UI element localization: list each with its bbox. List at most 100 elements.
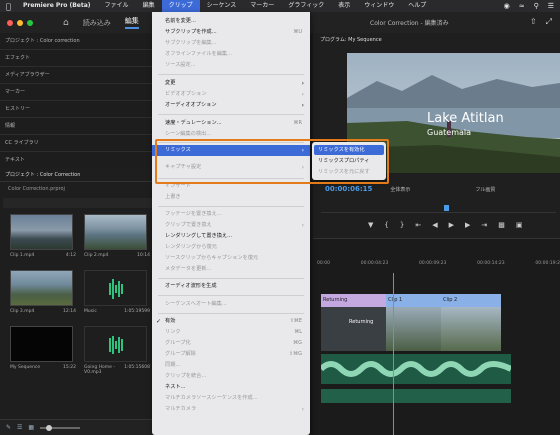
menu-item-replace-with-clip: クリップで置き換え › bbox=[165, 222, 304, 229]
menu-item-render-replace[interactable]: レンダリングして置き換え... bbox=[152, 231, 310, 242]
zoom-slider[interactable] bbox=[40, 424, 81, 431]
panel-libraries-tab[interactable]: CC ライブラリ bbox=[0, 135, 157, 152]
thumb-clip-1[interactable] bbox=[10, 214, 73, 250]
list-item: Clip 1.mp4 4:12 bbox=[10, 253, 76, 258]
timeline-playhead[interactable] bbox=[393, 273, 394, 435]
thumb-clip-3[interactable] bbox=[10, 270, 73, 306]
play-icon[interactable]: ▶ bbox=[449, 221, 454, 229]
panel-text-tab[interactable]: テキスト bbox=[0, 152, 157, 169]
program-monitor-title[interactable]: プログラム: My Sequence bbox=[313, 33, 560, 47]
tab-import[interactable]: 読み込み bbox=[83, 18, 111, 28]
tick-label: 00:00 bbox=[317, 261, 330, 266]
audio-track-1[interactable] bbox=[318, 354, 513, 384]
out-point-icon[interactable]: } bbox=[400, 221, 404, 229]
go-to-out-icon[interactable]: ⇥ bbox=[481, 221, 487, 229]
menu-item-modify[interactable]: 変更 › bbox=[152, 78, 310, 89]
menu-item-audio-options[interactable]: オーディオオプション › bbox=[152, 100, 310, 111]
clip-returning-label: Returning bbox=[349, 319, 374, 325]
thumb-going-home[interactable] bbox=[84, 326, 147, 362]
tick-label: 00:00:14:23 bbox=[477, 261, 505, 266]
list-item: Going Home - V0.mp3 1:05:15608 bbox=[84, 365, 150, 375]
timeline-clip-c2[interactable]: Clip 1 bbox=[386, 294, 441, 307]
menu-app[interactable]: Premiere Pro (Beta) bbox=[16, 0, 98, 12]
minimize-window-icon[interactable] bbox=[17, 19, 23, 26]
menu-item-speed-duration[interactable]: 速度・デュレーション... ⌘R bbox=[152, 118, 310, 129]
menu-view[interactable]: 表示 bbox=[331, 0, 357, 12]
chevron-right-icon: › bbox=[301, 80, 304, 87]
menu-item-multicam: マルチカメラ › bbox=[165, 406, 304, 413]
menu-marker[interactable]: マーカー bbox=[243, 0, 281, 12]
panel-effects-tab[interactable]: エフェクト bbox=[0, 50, 157, 67]
menu-item-synchronize: 同期... bbox=[165, 362, 181, 368]
close-window-icon[interactable] bbox=[7, 19, 13, 26]
pencil-icon[interactable]: ✎ bbox=[6, 424, 11, 431]
chevron-right-icon: › bbox=[301, 91, 304, 98]
lift-icon[interactable]: ▩ bbox=[498, 221, 505, 229]
thumb-sequence[interactable] bbox=[10, 326, 73, 362]
search-icon[interactable]: ⚲ bbox=[534, 2, 539, 10]
menu-clip[interactable]: クリップ bbox=[161, 0, 200, 12]
thumb-music[interactable] bbox=[84, 270, 147, 306]
step-forward-icon[interactable]: ▶ bbox=[465, 221, 470, 229]
menu-item-merge-clips: クリップを統合... bbox=[165, 373, 207, 379]
monitor-scrubber[interactable] bbox=[321, 205, 556, 213]
timeline-clip-c1[interactable]: Returning bbox=[321, 294, 386, 307]
menu-help[interactable]: ヘルプ bbox=[401, 0, 433, 12]
menu-file[interactable]: ファイル bbox=[98, 0, 136, 12]
menu-item-make-subclip[interactable]: サブクリップを作成... ⌘U bbox=[152, 27, 310, 38]
audio-track-2[interactable] bbox=[321, 389, 511, 403]
home-icon[interactable]: ⌂ bbox=[63, 18, 69, 28]
panel-history-tab[interactable]: ヒストリー bbox=[0, 101, 157, 118]
menu-sequence[interactable]: シーケンス bbox=[200, 0, 244, 12]
header-icons: ⇧ ⤢ bbox=[530, 17, 552, 27]
menu-item-automate-sequence: シーケンスへオート編集... bbox=[165, 301, 227, 307]
tick-label: 00:00:19:2 bbox=[535, 261, 560, 266]
fullscreen-icon[interactable]: ⤢ bbox=[546, 17, 552, 27]
list-item: My Sequence 15:22 bbox=[10, 365, 76, 370]
timeline-ruler[interactable]: 00:00 00:00:04:23 00:00:09:23 00:00:14:2… bbox=[317, 261, 560, 275]
window-controls bbox=[7, 19, 33, 26]
project-search-input[interactable] bbox=[3, 198, 153, 208]
chevron-right-icon: › bbox=[301, 406, 304, 413]
project-file-name: Color Correction.prproj bbox=[8, 186, 65, 192]
program-timecode[interactable]: 00:00:06:15 bbox=[325, 185, 372, 193]
quick-export-icon[interactable]: ⇧ bbox=[530, 17, 537, 27]
menu-item-rename[interactable]: 名前を変更... bbox=[152, 16, 310, 27]
control-center-icon[interactable]: ☰ bbox=[548, 2, 554, 10]
zoom-window-icon[interactable] bbox=[27, 19, 33, 26]
menu-window[interactable]: ウィンドウ bbox=[357, 0, 401, 12]
go-to-in-icon[interactable]: ⇤ bbox=[415, 221, 421, 229]
left-panel-stack: プロジェクト : Color correction エフェクト メディアブラウザ… bbox=[0, 33, 157, 435]
quality-dropdown[interactable]: フル画質 bbox=[475, 186, 495, 193]
apple-icon[interactable]:  bbox=[6, 2, 16, 11]
menu-graphics[interactable]: グラフィック bbox=[281, 0, 331, 12]
panel-info-tab[interactable]: 情報 bbox=[0, 118, 157, 135]
menu-item-enable[interactable]: ✓ 有効 ⇧⌘E bbox=[152, 316, 310, 327]
panel-markers-tab[interactable]: マーカー bbox=[0, 84, 157, 101]
list-view-icon[interactable]: ☰ bbox=[17, 424, 22, 431]
menu-item-nest[interactable]: ネスト... bbox=[152, 382, 310, 393]
export-frame-icon[interactable]: ▣ bbox=[516, 221, 523, 229]
video-track[interactable]: Returning bbox=[321, 307, 501, 351]
menu-item-restore-unrendered: レンダリングから復元 bbox=[165, 244, 217, 250]
panel-media-browser-tab[interactable]: メディアブラウザー bbox=[0, 67, 157, 84]
cc-icon[interactable]: ◉ bbox=[504, 2, 510, 10]
in-point-icon[interactable]: { bbox=[384, 221, 388, 229]
timeline-clip-c3[interactable]: Clip 2 bbox=[441, 294, 501, 307]
panel-project-tab[interactable]: プロジェクト : Color correction bbox=[0, 33, 157, 50]
icon-view-icon[interactable]: ▦ bbox=[28, 424, 34, 431]
project-panel: プロジェクト : Color Correction Color Correcti… bbox=[0, 168, 157, 435]
fit-dropdown[interactable]: 全体表示 bbox=[390, 186, 410, 193]
thumb-clip-2[interactable] bbox=[84, 214, 147, 250]
tab-edit[interactable]: 編集 bbox=[124, 16, 139, 29]
marker-icon[interactable]: ▼ bbox=[368, 221, 373, 229]
menu-item-source-settings: ソース設定... bbox=[165, 62, 196, 68]
menu-item-generate-waveform[interactable]: オーディオ波形を生成 bbox=[152, 281, 310, 292]
menu-bar:  Premiere Pro (Beta) ファイル 編集 クリップ シーケンス… bbox=[0, 0, 560, 12]
project-panel-title[interactable]: プロジェクト : Color Correction bbox=[0, 168, 157, 182]
menu-edit[interactable]: 編集 bbox=[136, 0, 162, 12]
playhead-marker[interactable] bbox=[444, 205, 449, 211]
transport-controls: ▼ { } ⇤ ◀ ▶ ▶ ⇥ ▩ ▣ bbox=[368, 221, 523, 229]
wifi-icon[interactable]: ≈ bbox=[519, 2, 525, 10]
step-back-icon[interactable]: ◀ bbox=[432, 221, 437, 229]
